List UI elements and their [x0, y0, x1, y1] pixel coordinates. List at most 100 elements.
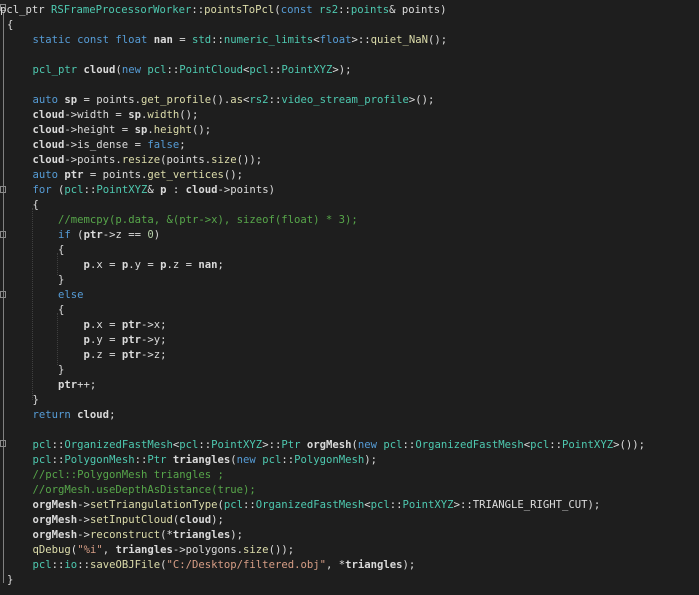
code-line[interactable]: orgMesh->setInputCloud(cloud);	[0, 513, 699, 528]
code-line[interactable]: cloud->height = sp.height();	[0, 123, 699, 138]
code-line[interactable]: cloud->is_dense = false;	[0, 138, 699, 153]
code-token: numeric_limits	[223, 34, 314, 46]
code-token: ++;	[77, 379, 97, 391]
code-token: orgMesh	[32, 514, 78, 526]
code-token: ;	[109, 409, 116, 421]
code-token: orgMesh	[306, 439, 352, 451]
code-editor[interactable]: pcl_ptr RSFrameProcessorWorker::pointsTo…	[0, 0, 699, 595]
code-line[interactable]: pcl_ptr RSFrameProcessorWorker::pointsTo…	[0, 3, 699, 18]
code-token: qDebug	[32, 544, 71, 556]
code-token: pcl	[262, 454, 282, 466]
code-line[interactable]: auto sp = points.get_profile().as<rs2::v…	[0, 93, 699, 108]
code-token: ::	[268, 94, 282, 106]
code-line[interactable]: pcl_ptr cloud(new pcl::PointCloud<pcl::P…	[0, 63, 699, 78]
code-line[interactable]: pcl::PolygonMesh::Ptr triangles(new pcl:…	[0, 453, 699, 468]
code-token: as	[230, 94, 244, 106]
code-line[interactable]: orgMesh->reconstruct(*triangles);	[0, 528, 699, 543]
code-token: ptr	[121, 319, 141, 331]
code-token: PointCloud	[179, 64, 244, 76]
code-line[interactable]: return cloud;	[0, 408, 699, 423]
code-token: ->width =	[64, 109, 129, 121]
code-token: ::	[268, 64, 282, 76]
code-token: ::	[211, 34, 224, 46]
code-line[interactable]: qDebug("%i", triangles->polygons.size())…	[0, 543, 699, 558]
code-line[interactable]: p.x = ptr->x;	[0, 318, 699, 333]
code-token: ->	[77, 529, 90, 541]
code-line[interactable]: }	[0, 393, 699, 408]
code-token: if	[58, 229, 78, 241]
code-token: PolygonMesh	[64, 454, 135, 466]
code-token: //orgMesh.useDepthAsDistance(true);	[32, 484, 256, 496]
code-line[interactable]	[0, 78, 699, 93]
code-token: ->	[77, 514, 90, 526]
code-line[interactable]: }	[0, 363, 699, 378]
code-line[interactable]: {	[0, 243, 699, 258]
code-line[interactable]: if (ptr->z == 0)	[0, 228, 699, 243]
code-token: pcl	[249, 64, 269, 76]
code-token: ::	[51, 439, 65, 451]
code-token: pcl	[179, 439, 199, 451]
code-token: saveOBJFile	[89, 559, 161, 571]
code-token: }	[7, 394, 39, 406]
code-line[interactable]: }	[0, 573, 699, 588]
code-token: new	[236, 454, 263, 466]
code-line[interactable]: else	[0, 288, 699, 303]
code-token: get_profile	[140, 94, 212, 106]
code-line[interactable]: //pcl::PolygonMesh triangles ;	[0, 468, 699, 483]
code-line[interactable]: p.x = p.y = p.z = nan;	[0, 258, 699, 273]
code-token: //pcl::PolygonMesh triangles ;	[32, 469, 224, 481]
code-token: cloud	[179, 514, 212, 526]
code-token: ::	[402, 439, 416, 451]
code-line[interactable]: for (pcl::PointXYZ& p : cloud->points)	[0, 183, 699, 198]
code-line[interactable]: {	[0, 303, 699, 318]
code-line[interactable]: pcl::io::saveOBJFile("C:/Desktop/filtere…	[0, 558, 699, 573]
code-token: pcl	[32, 454, 52, 466]
code-line[interactable]: p.y = ptr->y;	[0, 333, 699, 348]
code-token: rs2	[249, 94, 269, 106]
code-line[interactable]: {	[0, 198, 699, 213]
code-token: .x =	[89, 319, 122, 331]
code-line[interactable]: //memcpy(p.data, &(ptr->x), sizeof(float…	[0, 213, 699, 228]
code-token: ();	[223, 169, 244, 181]
code-line[interactable]: p.z = ptr->z;	[0, 348, 699, 363]
code-token: ->height =	[64, 124, 135, 136]
code-line[interactable]: static const float nan = std::numeric_li…	[0, 33, 699, 48]
code-token: ->is_dense =	[64, 139, 148, 151]
code-token: , *	[325, 559, 346, 571]
code-token: ptr	[64, 169, 84, 181]
code-line[interactable]: //orgMesh.useDepthAsDistance(true);	[0, 483, 699, 498]
code-token: auto	[32, 169, 65, 181]
code-line[interactable]: orgMesh->setTriangulationType(pcl::Organ…	[0, 498, 699, 513]
code-token: PolygonMesh	[294, 454, 365, 466]
code-token: return	[32, 409, 78, 421]
code-token: const	[280, 4, 319, 16]
code-line[interactable]: }	[0, 273, 699, 288]
code-line[interactable]: ptr++;	[0, 378, 699, 393]
code-token: auto	[32, 94, 65, 106]
code-token: new	[121, 64, 148, 76]
code-token: reconstruct	[89, 529, 161, 541]
code-line[interactable]: cloud->points.resize(points.size());	[0, 153, 699, 168]
code-token: quiet_NaN	[370, 34, 429, 46]
code-token: =	[172, 34, 192, 46]
code-line[interactable]: auto ptr = points.get_vertices();	[0, 168, 699, 183]
code-line[interactable]	[0, 423, 699, 438]
code-line[interactable]: cloud->width = sp.width();	[0, 108, 699, 123]
code-line[interactable]: {	[0, 18, 699, 33]
code-token: orgMesh	[32, 529, 78, 541]
code-line[interactable]	[0, 48, 699, 63]
code-token: (points.	[160, 154, 212, 166]
code-token: sp	[128, 109, 141, 121]
code-token: PointXYZ	[562, 439, 614, 451]
code-token: pcl	[370, 499, 390, 511]
code-token: for	[32, 184, 59, 196]
code-line[interactable]: pcl::OrganizedFastMesh<pcl::PointXYZ>::P…	[0, 438, 699, 453]
